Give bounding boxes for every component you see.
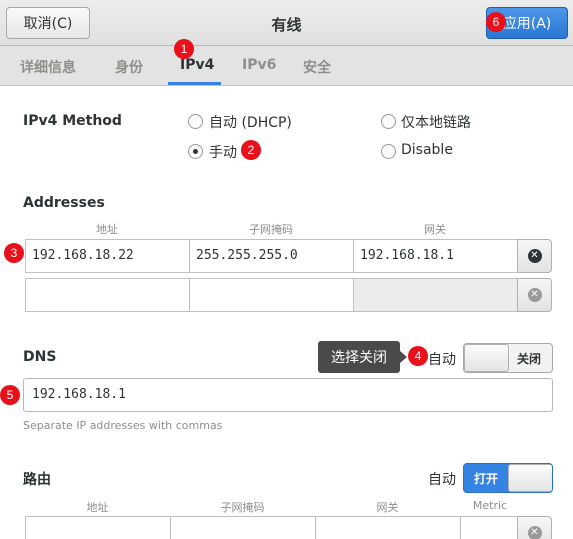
step-badge-3: 3 <box>4 243 24 263</box>
delete-address-button[interactable]: ✕ <box>517 239 552 273</box>
addresses-label: Addresses <box>23 195 105 211</box>
route-address-input[interactable] <box>25 516 171 539</box>
radio-auto-dhcp[interactable] <box>188 114 203 129</box>
ipv4-method-label: IPv4 Method <box>23 113 122 129</box>
address-input[interactable]: 192.168.18.22 <box>25 239 190 273</box>
tab-identity[interactable]: 身份 <box>115 57 143 77</box>
dns-hint: Separate IP addresses with commas <box>23 419 223 432</box>
radio-manual[interactable] <box>188 144 203 159</box>
active-tab-indicator <box>168 82 221 85</box>
route-netmask-input[interactable] <box>170 516 316 539</box>
radio-disable-label[interactable]: Disable <box>401 142 453 158</box>
delete-empty-address-button[interactable]: ✕ <box>517 278 552 312</box>
route-metric-input[interactable] <box>460 516 518 539</box>
toggle-knob <box>464 344 509 372</box>
netmask-input[interactable]: 255.255.255.0 <box>189 239 354 273</box>
delete-icon: ✕ <box>527 249 542 263</box>
route-gateway-input[interactable] <box>315 516 461 539</box>
tab-details[interactable]: 详细信息 <box>20 57 76 77</box>
radio-disable[interactable] <box>381 144 396 159</box>
delete-icon: ✕ <box>527 526 542 539</box>
step-badge-5: 5 <box>0 385 20 405</box>
col-gateway: 网关 <box>424 223 446 236</box>
new-address-input[interactable] <box>25 278 190 312</box>
delete-icon: ✕ <box>527 288 542 302</box>
tab-bar: 详细信息 身份 IPv4 IPv6 安全 <box>0 46 573 86</box>
dns-label: DNS <box>23 349 57 365</box>
new-gateway-input[interactable] <box>353 278 518 312</box>
delete-route-button[interactable]: ✕ <box>517 516 552 539</box>
route-col-gateway: 网关 <box>376 501 399 514</box>
radio-link-local[interactable] <box>381 114 396 129</box>
route-col-metric: Metric <box>472 499 508 512</box>
dns-input[interactable]: 192.168.18.1 <box>23 378 553 412</box>
radio-link-local-label[interactable]: 仅本地链路 <box>401 112 471 132</box>
new-netmask-input[interactable] <box>189 278 354 312</box>
dns-auto-label: 自动 <box>428 352 456 368</box>
tab-ipv6[interactable]: IPv6 <box>242 57 276 73</box>
dns-auto-toggle[interactable]: 关闭 <box>463 343 553 373</box>
step-badge-2: 2 <box>241 140 261 160</box>
radio-manual-label[interactable]: 手动 <box>209 142 237 162</box>
tab-security[interactable]: 安全 <box>303 57 331 77</box>
route-col-address: 地址 <box>86 501 109 514</box>
routes-auto-label: 自动 <box>428 472 456 488</box>
tab-ipv4[interactable]: IPv4 <box>180 57 214 73</box>
step-badge-1: 1 <box>174 39 194 59</box>
step-badge-4: 4 <box>408 346 428 366</box>
toggle-knob <box>508 464 552 492</box>
dns-toggle-label: 关闭 <box>517 352 542 366</box>
step-badge-6: 6 <box>486 12 506 32</box>
gateway-input[interactable]: 192.168.18.1 <box>353 239 518 273</box>
routes-toggle-label: 打开 <box>474 472 499 486</box>
routes-auto-toggle[interactable]: 打开 <box>463 463 553 493</box>
route-col-netmask: 子网掩码 <box>220 501 265 514</box>
tooltip: 选择关闭 <box>318 341 407 373</box>
col-netmask: 子网掩码 <box>249 223 293 236</box>
radio-auto-dhcp-label[interactable]: 自动 (DHCP) <box>209 112 292 132</box>
routes-label: 路由 <box>23 472 51 488</box>
col-address: 地址 <box>96 223 118 236</box>
